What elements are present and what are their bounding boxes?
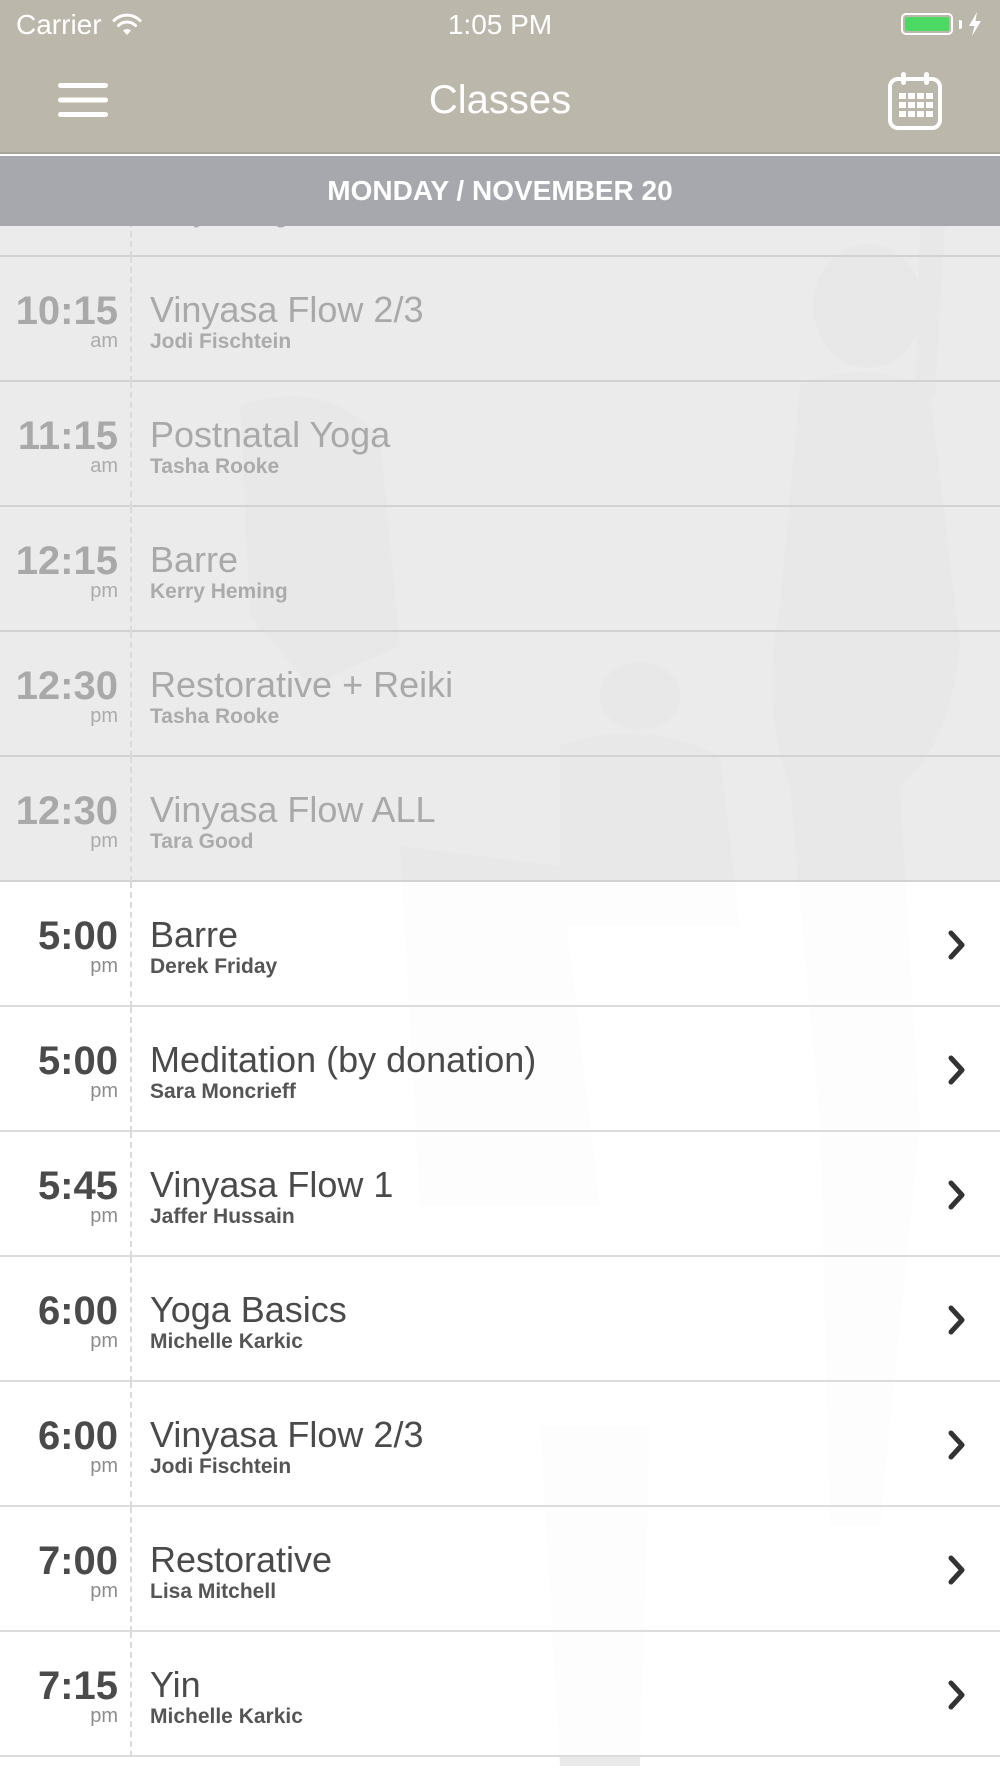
chevron-right-icon[interactable] [946,1054,968,1086]
class-start-time: 12:30 [15,789,118,833]
class-time-period: am [90,330,118,352]
class-row[interactable]: 5:45 pm Vinyasa Flow 1 Jaffer Hussain [0,1132,1000,1257]
class-name: Barre [150,914,239,955]
class-instructor: Derek Friday [150,955,278,978]
class-start-time: 6:00 [37,1289,118,1333]
class-time-period: pm [90,830,118,852]
class-time-period: am [90,455,118,477]
class-instructor: Kerry Heming [150,226,288,229]
battery-icon [901,13,953,35]
chevron-right-icon[interactable] [946,1179,968,1211]
class-time-period: pm [90,1080,118,1102]
class-time-period: pm [90,1205,118,1227]
class-start-time: 12:30 [15,664,118,708]
class-start-time: 12:15 [15,539,118,583]
class-instructor: Sara Moncrieff [150,1080,296,1103]
class-row[interactable]: 6:00 pm Vinyasa Flow 2/3 Jodi Fischtein [0,1382,1000,1507]
class-time-period: pm [90,955,118,977]
class-row: 12:30 pm Vinyasa Flow ALL Tara Good [0,757,1000,882]
class-time-column: 10:15 am [0,257,132,382]
class-name: Restorative [150,1539,333,1580]
class-name: Vinyasa Flow 2/3 [150,1414,424,1455]
class-instructor: Jodi Fischtein [150,330,292,353]
class-row: am Kerry Heming [0,226,1000,257]
battery-indicator [901,12,982,36]
class-start-time: 5:00 [37,914,118,958]
status-clock: 1:05 PM [447,9,553,40]
class-row[interactable]: 5:00 pm Meditation (by donation) Sara Moncr… [0,1007,1000,1132]
class-time-column: 6:00 pm [0,1257,132,1382]
class-instructor: Kerry Heming [150,580,288,603]
class-start-time: 5:45 [37,1164,118,1208]
class-instructor: Michelle Karkic [150,1330,303,1353]
day-header: MONDAY / NOVEMBER 20 [0,156,1000,226]
class-name: Restorative + Reiki [150,664,454,705]
class-time-column: 11:15 am [0,382,132,507]
class-name: Vinyasa Flow 2/3 [150,289,424,330]
class-name: Postnatal Yoga [150,414,391,455]
class-time-column: 7:15 pm [0,1632,132,1757]
class-instructor: Jodi Fischtein [150,1455,292,1478]
class-start-time: 10:15 [15,289,118,333]
class-time-column: am [0,226,132,257]
chevron-right-icon[interactable] [946,1429,968,1461]
class-time-column: 6:00 pm [0,1382,132,1507]
class-row: 12:30 pm Restorative + Reiki Tasha Rooke [0,632,1000,757]
class-start-time: 6:00 [37,1414,118,1458]
class-row: 10:15 am Vinyasa Flow 2/3 Jodi Fischtein [0,257,1000,382]
class-name: Meditation (by donation) [150,1039,537,1080]
class-instructor: Jaffer Hussain [150,1205,295,1228]
battery-level [905,17,949,31]
class-time-period: pm [90,580,118,602]
class-time-column: 7:00 pm [0,1507,132,1632]
page-title: Classes [428,78,572,122]
class-instructor: Tasha Rooke [150,705,280,728]
class-time-column: 12:30 pm [0,757,132,882]
class-name: Vinyasa Flow ALL [150,789,436,830]
class-name: Vinyasa Flow 1 [150,1164,394,1205]
class-name: Yoga Basics [150,1289,347,1330]
class-instructor: Michelle Karkic [150,1705,303,1728]
status-bar: Carrier 1:05 PM [0,0,1000,50]
class-row[interactable]: 6:00 pm Yoga Basics Michelle Karkic [0,1257,1000,1382]
class-start-time: 11:15 [17,414,118,458]
bolt-icon [969,12,981,36]
class-time-column: 12:30 pm [0,632,132,757]
class-row[interactable]: 7:00 pm Restorative Lisa Mitchell [0,1507,1000,1632]
class-time-column: 12:15 pm [0,507,132,632]
class-name: Barre [150,539,239,580]
class-row: 11:15 am Postnatal Yoga Tasha Rooke [0,382,1000,507]
class-time-column: 5:00 pm [0,882,132,1007]
chevron-right-icon[interactable] [946,1554,968,1586]
chevron-right-icon[interactable] [946,1304,968,1336]
class-row[interactable]: 5:00 pm Barre Derek Friday [0,882,1000,1007]
class-time-period: pm [90,1580,118,1602]
class-list: amKerry Heming10:15amVinyasa Flow 2/3Jod… [0,226,1000,1757]
class-time-period: pm [90,1705,118,1727]
class-time-period: pm [90,705,118,727]
calendar-icon[interactable] [886,70,944,132]
class-instructor: Tasha Rooke [150,455,280,478]
chevron-right-icon[interactable] [946,929,968,961]
battery-tip [959,19,962,29]
class-time-period: pm [90,1330,118,1352]
class-row: 12:15 pm Barre Kerry Heming [0,507,1000,632]
class-time-period: am [90,226,118,227]
class-name: Yin [150,1664,201,1705]
chevron-right-icon[interactable] [946,1679,968,1711]
class-start-time: 5:00 [37,1039,118,1083]
class-start-time: 7:15 [37,1664,118,1708]
class-row[interactable]: 7:15 pm Yin Michelle Karkic [0,1632,1000,1757]
class-time-period: pm [90,1455,118,1477]
class-instructor: Tara Good [150,830,254,853]
class-time-column: 5:45 pm [0,1132,132,1257]
class-list-viewport[interactable]: amKerry Heming10:15amVinyasa Flow 2/3Jod… [0,226,1000,1778]
class-instructor: Lisa Mitchell [150,1580,277,1603]
class-start-time: 7:00 [37,1539,118,1583]
navigation-bar: Classes [0,50,1000,154]
class-time-column: 5:00 pm [0,1007,132,1132]
